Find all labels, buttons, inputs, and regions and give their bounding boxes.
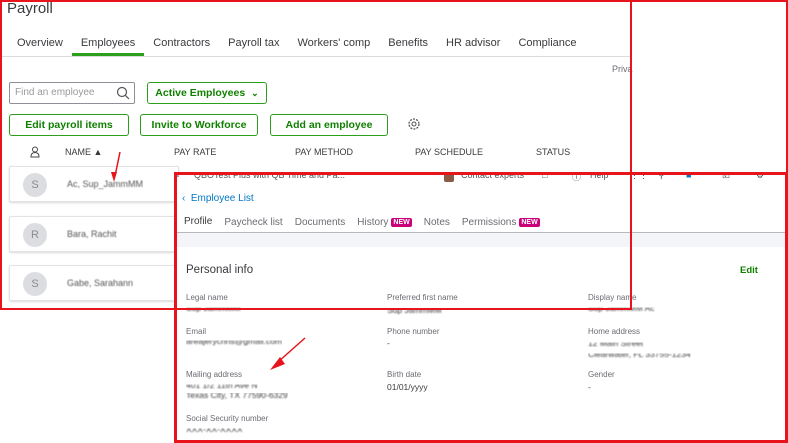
tab-label: Documents	[294, 217, 346, 228]
edit-button[interactable]: Edit	[740, 265, 758, 276]
search-input[interactable]: Find an employee	[9, 82, 135, 104]
active-employees-filter[interactable]: Active Employees ⌄	[147, 82, 267, 104]
tab-overview[interactable]: Overview	[8, 32, 72, 56]
column-header-pay-schedule: PAY SCHEDULE	[415, 147, 484, 157]
avatar: R	[23, 223, 47, 247]
annotation-box	[630, 0, 788, 174]
employee-name[interactable]: Bara, Rachit	[67, 229, 117, 239]
tab-label: Permissions	[461, 217, 517, 228]
help-link[interactable]: Help	[590, 172, 609, 180]
tasks-icon[interactable]: ☑	[722, 172, 730, 181]
tab-hr-advisor[interactable]: HR advisor	[437, 32, 509, 56]
chevron-down-icon: ⌄	[251, 87, 259, 98]
legal-name-label: Legal name	[186, 293, 228, 302]
home-address-label: Home address	[588, 327, 641, 336]
legal-name-value: Sup JammMM	[186, 303, 241, 314]
invite-to-workforce-button[interactable]: Invite to Workforce	[140, 114, 258, 136]
back-label: Employee List	[190, 193, 254, 204]
email-label: Email	[186, 327, 207, 336]
tab-label: History	[357, 217, 389, 228]
column-header-status: STATUS	[536, 147, 571, 157]
employee-row[interactable]: S Gabe, Sarahann	[9, 265, 179, 301]
tab-benefits[interactable]: Benefits	[379, 32, 437, 56]
gear-icon[interactable]	[407, 117, 421, 136]
privacy-link[interactable]: Priva	[612, 64, 633, 74]
tab-workers-comp[interactable]: Workers' comp	[288, 32, 379, 56]
ssn-label: Social Security number	[186, 414, 269, 423]
new-badge: NEW	[519, 218, 540, 227]
employee-name[interactable]: Gabe, Sarahann	[67, 278, 133, 288]
chevron-left-icon: ‹	[182, 193, 191, 204]
menu-icon[interactable]: ≡	[174, 172, 179, 180]
expert-avatar-icon	[444, 172, 454, 182]
avatar: S	[23, 272, 47, 296]
home-address-line2: Clearwater, FL 33755-1234	[588, 349, 691, 360]
contact-experts-link[interactable]: Contact experts	[461, 172, 524, 180]
phone-label: Phone number	[387, 327, 440, 336]
search-placeholder: Find an employee	[15, 87, 95, 98]
tab-contractors[interactable]: Contractors	[144, 32, 219, 56]
add-employee-button[interactable]: Add an employee	[270, 114, 388, 136]
notifications-icon[interactable]: ■	[686, 172, 691, 180]
tab-employees[interactable]: Employees	[71, 32, 145, 56]
tab-compliance[interactable]: Compliance	[509, 32, 585, 56]
section-title: Personal info	[186, 264, 254, 276]
mailing-address-label: Mailing address	[186, 370, 243, 379]
new-badge: NEW	[391, 218, 412, 227]
phone-value: -	[387, 338, 390, 348]
company-name: QBOTest Plus with QB Time and Pa...	[194, 172, 346, 180]
column-header-name[interactable]: NAME ▲	[65, 147, 102, 157]
help-icon[interactable]: ⓘ	[572, 172, 581, 183]
avatar: S	[23, 173, 47, 197]
preferred-name-value: Sup JammMM	[387, 305, 442, 316]
back-to-employee-list[interactable]: ‹ Employee List	[182, 193, 254, 204]
gender-value: -	[588, 382, 591, 392]
home-address-line1: 12 Main Street	[588, 338, 644, 349]
person-icon	[30, 146, 40, 160]
tab-payroll-tax[interactable]: Payroll tax	[219, 32, 288, 56]
divider	[0, 56, 630, 57]
mailing-address-line1: 401 1/2 11th Ave N	[186, 380, 258, 391]
top-bar: ≡ QBOTest Plus with QB Time and Pa... Co…	[174, 172, 788, 186]
tab-label: Profile	[184, 216, 213, 227]
birth-date-label: Birth date	[387, 370, 422, 379]
employee-row[interactable]: R Bara, Rachit	[9, 216, 179, 252]
display-name-label: Display name	[588, 293, 637, 302]
gender-label: Gender	[588, 370, 615, 379]
employee-name[interactable]: Ac, Sup_JammMM	[67, 179, 143, 189]
preferred-name-label: Preferred first name	[387, 293, 458, 302]
page-title: Payroll	[7, 0, 53, 17]
tab-label: Paycheck list	[224, 217, 283, 228]
birth-date-value: 01/01/yyyy	[387, 382, 428, 392]
edit-payroll-items-button[interactable]: Edit payroll items	[9, 114, 129, 136]
employee-row[interactable]: S Ac, Sup_JammMM	[9, 166, 179, 202]
column-header-pay-method: PAY METHOD	[295, 147, 354, 157]
column-header-pay-rate: PAY RATE	[174, 147, 217, 157]
section-gap	[174, 233, 788, 247]
apps-icon[interactable]: ⋮⋮	[630, 172, 648, 181]
display-name-value: Sup JammMM Ac	[588, 303, 655, 314]
search-icon[interactable]: ⚲	[658, 172, 665, 181]
settings-icon[interactable]: ⚙	[756, 172, 764, 181]
payroll-tabs: Overview Employees Contractors Payroll t…	[8, 32, 586, 56]
employee-detail-panel: ≡ QBOTest Plus with QB Time and Pa... Co…	[174, 172, 788, 443]
filter-label: Active Employees	[155, 87, 246, 99]
mailing-address-line2: Texas City, TX 77590-6329	[186, 390, 288, 400]
email-value: areajerychris@gmail.com	[186, 336, 283, 347]
search-icon	[116, 86, 130, 100]
chat-icon[interactable]: □	[542, 172, 547, 180]
tab-label: Notes	[423, 217, 450, 228]
ssn-value: XXX-XX-XXXX	[186, 424, 243, 435]
